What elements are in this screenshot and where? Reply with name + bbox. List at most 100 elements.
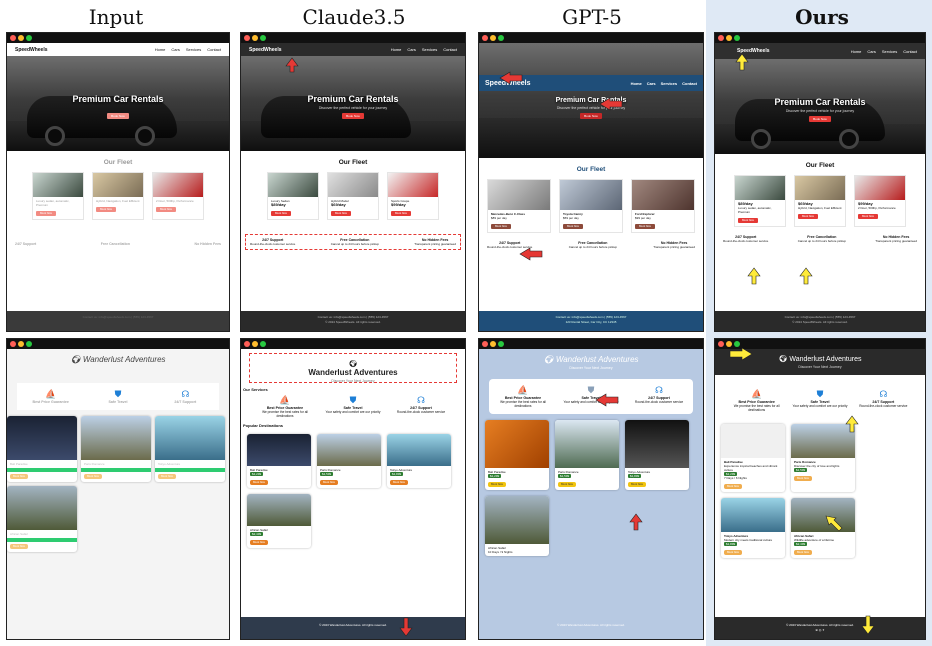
destinations-grid: Bali Paradise $1,299 Book Now Paris Romanc… [241,434,465,548]
fleet-title: Our Fleet [805,162,835,169]
nav-services[interactable]: Services [882,49,897,54]
book-button[interactable]: Book Now [558,482,576,487]
hero-book-button[interactable]: Book Now [342,113,364,119]
nav-home[interactable]: Home [391,47,402,52]
hero-title: Premium Car Rentals [555,97,627,104]
social-icons[interactable]: ⊕ ◎ ✦ [715,628,925,633]
column-header-input: Input [88,5,144,29]
nav-home[interactable]: Home [631,81,642,86]
book-button[interactable]: Book Now [635,224,655,229]
footer: © 2023 Wanderlust Adventures. All rights… [241,617,465,639]
book-button[interactable]: Book Now [488,482,506,487]
hero-title: Premium Car Rentals [774,97,866,107]
book-button[interactable]: Book Now [794,476,812,481]
nav-contact[interactable]: Contact [443,47,457,52]
site-title: 🌍︎ Wanderlust Adventures [70,355,166,364]
footer: Contact us: info@speedwheels.com | (555)… [715,311,925,331]
car-card: Luxury Sedan $89/day Book Now [267,172,319,220]
globe-icon: 🌍︎ [778,356,790,363]
car-panel-input: SpeedWheels Home Cars Services Contact P… [6,32,230,332]
globe-icon: 🌍︎ [543,355,556,364]
brand-logo[interactable]: SpeedWheels [249,47,282,53]
fleet-title: Our Fleet [576,166,606,173]
brand-logo[interactable]: SpeedWheels [15,47,48,53]
book-button[interactable]: Book Now [158,474,176,479]
brand-logo[interactable]: SpeedWheels [485,80,531,87]
fleet-title: Our Fleet [103,159,133,166]
book-button[interactable]: Book Now [250,480,268,485]
hand-icon: ⛵ [279,395,291,405]
book-button[interactable]: Book Now [858,214,878,219]
book-button[interactable]: Book Now [628,482,646,487]
service-card: ⛊ Safe Travel Your safety and comfort are … [561,385,621,408]
book-button[interactable]: Book Now [563,224,583,229]
service-card: ☊ 24/7 Support Round-the-clock customer se… [391,395,451,418]
book-button[interactable]: Book Now [390,480,408,485]
features-row: 24/7 Support Round-the-clock customer ser… [723,235,917,243]
destination-card: Tokyo Adventure Modern city meets traditi… [721,498,785,558]
nav-home[interactable]: Home [851,49,862,54]
site-title: Wanderlust Adventures [308,368,398,377]
book-button[interactable]: Book Now [10,544,28,549]
car-card: Hybrid Model $69/day Book Now [327,172,379,220]
hero-book-button[interactable]: Book Now [580,113,602,119]
nav-cars[interactable]: Cars [407,47,415,52]
fleet-cards: $89/day Luxury sedan, automatic, Premium B… [715,175,925,227]
destination-card: Bali Paradise Book Now [7,416,77,482]
hand-icon: ⛵ [45,389,57,399]
book-button[interactable]: Book Now [491,224,511,229]
nav-contact[interactable]: Contact [682,81,697,86]
shield-icon: ⛊ [816,389,824,399]
fleet-cards: Luxury sedan, automatic, Premium Book Now… [7,172,229,220]
book-button[interactable]: Book Now [156,207,176,212]
book-button[interactable]: Book Now [738,218,758,223]
car-card: Hybrid, Navigation, Fuel Efficient Book N… [92,172,144,220]
book-button[interactable]: Book Now [331,211,351,216]
nav-contact[interactable]: Contact [207,47,221,52]
services-row: ⛵ Best Price Guarantee We promise the best… [725,383,915,418]
services-row: ⛵ Best Price Guarantee We promise the best… [489,379,693,414]
services-row: ⛵ Best Price Guarantee We promise the best… [251,392,455,421]
nav-services[interactable]: Services [186,47,201,52]
hero-book-button[interactable]: Book Now [107,113,129,119]
book-button[interactable]: Book Now [391,211,411,216]
footer: © 2023 Wanderlust Adventures. All rights… [557,623,625,627]
fleet-title: Our Fleet [338,159,368,166]
nav-cars[interactable]: Cars [867,49,875,54]
hero-subtitle: Discover the perfect vehicle for your jo… [318,106,388,110]
car-card: Sports Coupe $99/day Book Now [387,172,439,220]
travel-panel-ours: 🌍︎ Wanderlust Adventures Discover Your N… [714,338,926,640]
book-button[interactable]: Book Now [798,214,818,219]
nav-services[interactable]: Services [422,47,437,52]
book-button[interactable]: Book Now [250,540,268,545]
hero-section: Premium Car Rentals Book Now [7,56,229,151]
book-button[interactable]: Book Now [271,211,291,216]
destination-card: Paris Romance Book Now [81,416,151,482]
car-card: Mercedes-Benz C-Class $89 per day Book Now [487,179,551,233]
book-button[interactable]: Book Now [84,474,102,479]
nav-home[interactable]: Home [155,47,166,52]
fleet-cards: Mercedes-Benz C-Class $89 per day Book Now… [479,179,703,233]
book-button[interactable]: Book Now [10,474,28,479]
car-card: Ford Explorer $99 per day Book Now [631,179,695,233]
car-card: $99/day 2 Door, 500hp, Performance Book No… [854,175,906,227]
book-button[interactable]: Book Now [96,207,116,212]
destination-card: African Safari 10 Days / 9 Nights [485,496,549,556]
nav-services[interactable]: Services [661,81,677,86]
book-button[interactable]: Book Now [724,550,742,555]
travel-panel-input: 🌍︎ Wanderlust Adventures ⛵ Best Price Gua… [6,338,230,640]
service-card: ⛵ Best Price Guarantee [21,389,81,404]
nav-contact[interactable]: Contact [903,49,917,54]
nav-cars[interactable]: Cars [171,47,179,52]
destination-card: African Safari Wildlife adventure of a li… [791,498,855,558]
car-card: $69/day Hybrid, Navigation, Fuel Efficien… [794,175,846,227]
nav-cars[interactable]: Cars [647,81,656,86]
book-button[interactable]: Book Now [724,484,742,489]
book-button[interactable]: Book Now [320,480,338,485]
hero-section: Premium Car Rentals Discover the perfect… [715,59,925,154]
brand-logo[interactable]: SpeedWheels [737,48,770,54]
hero-book-button[interactable]: Book Now [809,116,831,122]
book-button[interactable]: Book Now [794,550,812,555]
book-button[interactable]: Book Now [36,211,56,216]
destination-card: African Safari $2,499 Book Now [247,494,311,548]
